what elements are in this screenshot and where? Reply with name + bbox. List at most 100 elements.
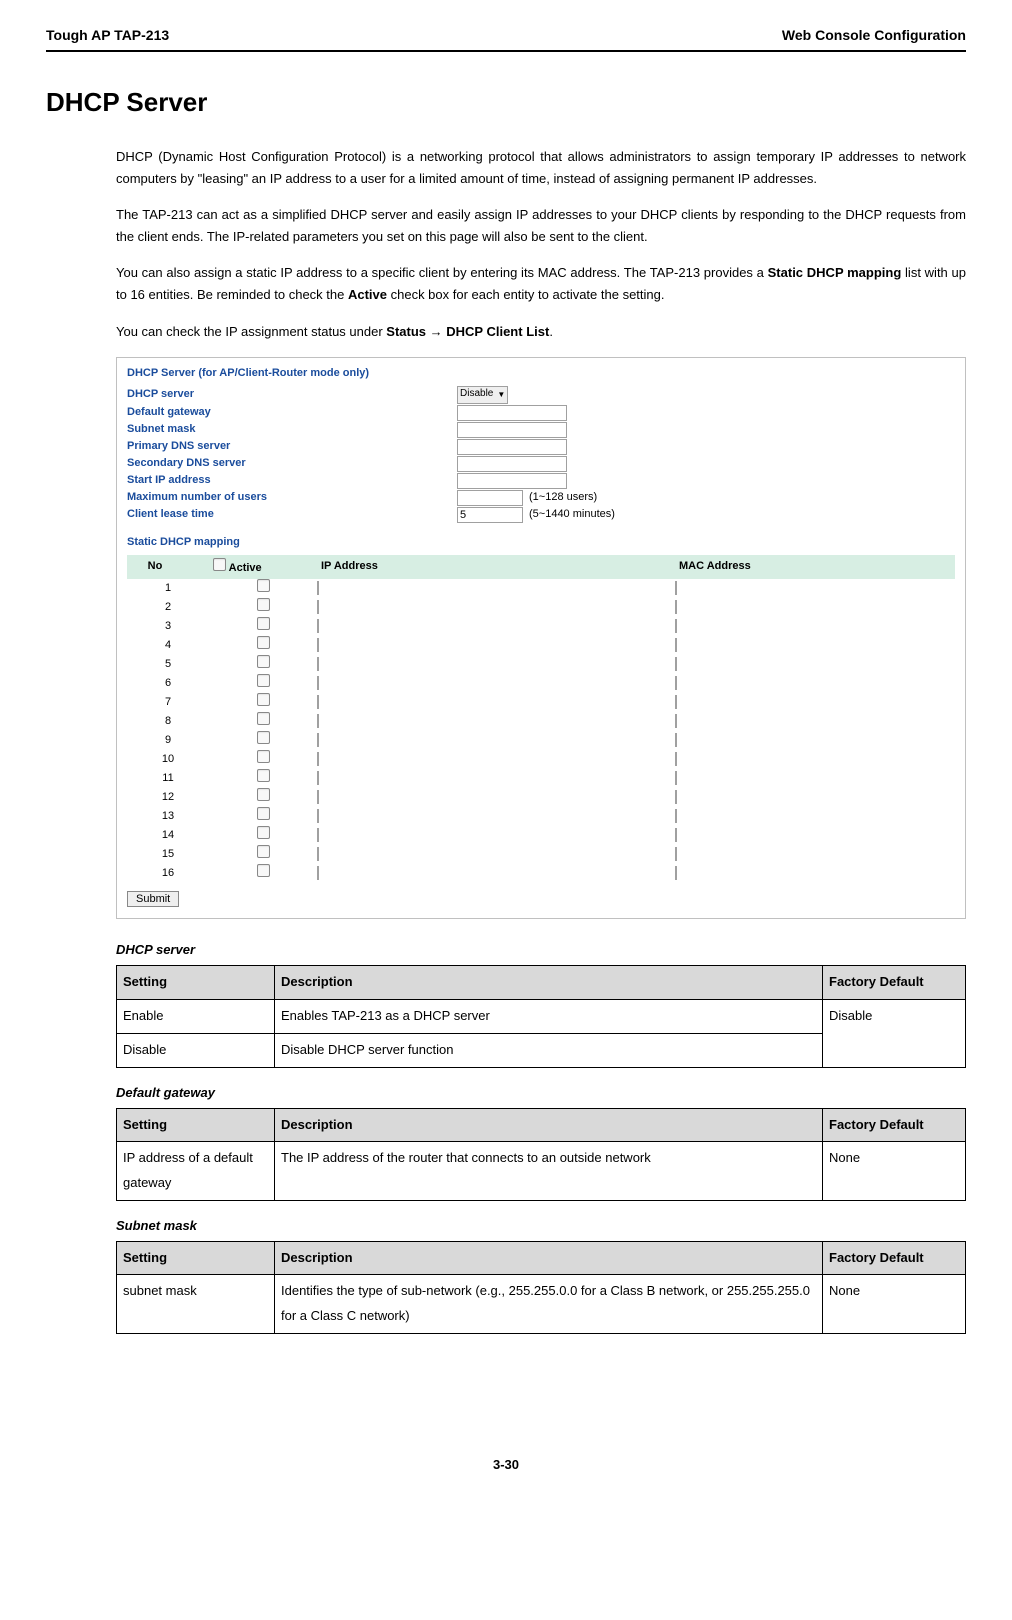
table-row: 5 [127,655,955,674]
lease-time-note: (5~1440 minutes) [529,507,615,523]
col-no: No [127,555,209,580]
active-checkbox[interactable] [257,598,270,611]
cell-desc: The IP address of the router that connec… [275,1142,823,1200]
mac-address-input[interactable] [675,809,677,823]
mac-address-input[interactable] [675,733,677,747]
label-lease-time: Client lease time [127,507,457,523]
ip-address-input[interactable] [317,847,319,861]
ip-address-input[interactable] [317,619,319,633]
label-secondary-dns: Secondary DNS server [127,456,457,472]
mac-address-input[interactable] [675,866,677,880]
th-desc: Description [275,1241,823,1275]
ip-address-input[interactable] [317,638,319,652]
max-users-note: (1~128 users) [529,490,597,506]
mac-address-input[interactable] [675,752,677,766]
active-checkbox[interactable] [257,731,270,744]
ip-address-input[interactable] [317,828,319,842]
start-ip-input[interactable] [457,473,567,489]
row-number: 16 [127,864,209,883]
ip-address-input[interactable] [317,695,319,709]
default-gateway-input[interactable] [457,405,567,421]
table-row: 6 [127,674,955,693]
primary-dns-input[interactable] [457,439,567,455]
paragraph-3: You can also assign a static IP address … [116,262,966,306]
mac-address-input[interactable] [675,695,677,709]
param-table-dhcp: Setting Description Factory Default Enab… [116,965,966,1067]
label-default-gateway: Default gateway [127,405,457,421]
ip-address-input[interactable] [317,714,319,728]
mac-address-input[interactable] [675,657,677,671]
mac-address-input[interactable] [675,638,677,652]
active-checkbox[interactable] [257,826,270,839]
active-checkbox[interactable] [257,636,270,649]
cell-desc: Disable DHCP server function [275,1033,823,1067]
submit-button[interactable]: Submit [127,891,179,907]
active-checkbox[interactable] [257,655,270,668]
table-row: 16 [127,864,955,883]
static-mapping-table: No Active IP Address MAC Address 1234567… [127,555,955,884]
mac-address-input[interactable] [675,771,677,785]
mac-address-input[interactable] [675,828,677,842]
active-checkbox[interactable] [257,807,270,820]
ip-address-input[interactable] [317,600,319,614]
ip-address-input[interactable] [317,581,319,595]
active-checkbox[interactable] [257,750,270,763]
row-number: 2 [127,598,209,617]
col-active: Active [209,555,317,580]
subnet-mask-input[interactable] [457,422,567,438]
table-row: 11 [127,769,955,788]
row-number: 10 [127,750,209,769]
ip-address-input[interactable] [317,771,319,785]
cell-setting: Enable [117,1000,275,1034]
page-number: 3-30 [46,1454,966,1476]
dhcp-server-select[interactable]: Disable▼ [457,386,508,404]
table-row: 2 [127,598,955,617]
active-checkbox[interactable] [257,788,270,801]
active-checkbox[interactable] [257,712,270,725]
param-title-gateway: Default gateway [116,1082,966,1104]
active-checkbox[interactable] [257,864,270,877]
active-checkbox[interactable] [257,769,270,782]
th-setting: Setting [117,1108,275,1142]
active-checkbox[interactable] [257,617,270,630]
figure-heading: DHCP Server (for AP/Client-Router mode o… [127,366,955,382]
active-checkbox[interactable] [257,579,270,592]
mac-address-input[interactable] [675,600,677,614]
table-row: 13 [127,807,955,826]
active-checkbox[interactable] [257,845,270,858]
table-row: 10 [127,750,955,769]
ip-address-input[interactable] [317,752,319,766]
mac-address-input[interactable] [675,847,677,861]
table-row: 12 [127,788,955,807]
ip-address-input[interactable] [317,733,319,747]
row-number: 13 [127,807,209,826]
cell-default: Disable [823,1000,966,1067]
ip-address-input[interactable] [317,657,319,671]
mac-address-input[interactable] [675,790,677,804]
param-table-gateway: Setting Description Factory Default IP a… [116,1108,966,1201]
dhcp-config-figure: DHCP Server (for AP/Client-Router mode o… [116,357,966,920]
page-title: DHCP Server [46,80,966,124]
cell-desc: Enables TAP-213 as a DHCP server [275,1000,823,1034]
mac-address-input[interactable] [675,676,677,690]
cell-setting: Disable [117,1033,275,1067]
ip-address-input[interactable] [317,866,319,880]
secondary-dns-input[interactable] [457,456,567,472]
row-number: 7 [127,693,209,712]
row-number: 14 [127,826,209,845]
ip-address-input[interactable] [317,809,319,823]
paragraph-1: DHCP (Dynamic Host Configuration Protoco… [116,146,966,190]
max-users-input[interactable] [457,490,523,506]
mac-address-input[interactable] [675,581,677,595]
mac-address-input[interactable] [675,714,677,728]
lease-time-input[interactable]: 5 [457,507,523,523]
active-checkbox[interactable] [257,674,270,687]
mac-address-input[interactable] [675,619,677,633]
ip-address-input[interactable] [317,676,319,690]
ip-address-input[interactable] [317,790,319,804]
active-header-checkbox[interactable] [213,558,226,571]
table-row: 3 [127,617,955,636]
table-row: 9 [127,731,955,750]
cell-default: None [823,1142,966,1200]
active-checkbox[interactable] [257,693,270,706]
